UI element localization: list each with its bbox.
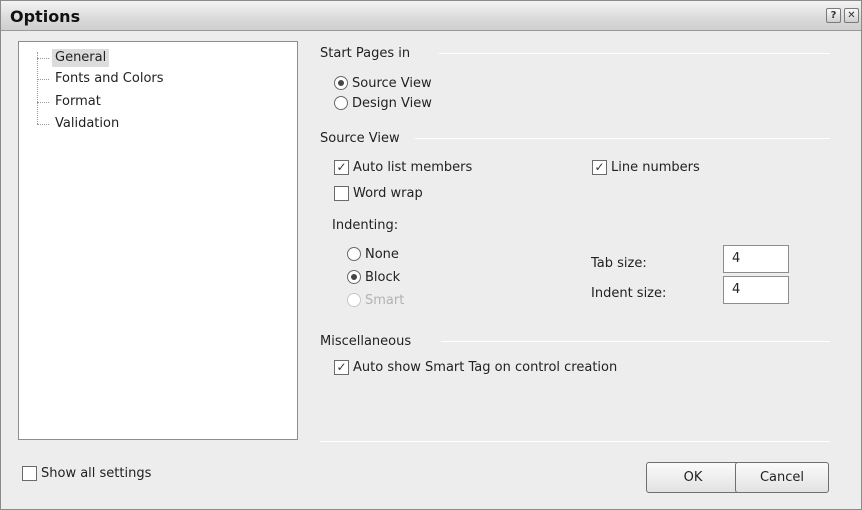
checkbox-label: Auto list members bbox=[353, 159, 473, 175]
indent-block-radio[interactable]: Block bbox=[347, 268, 400, 286]
ok-button[interactable]: OK bbox=[646, 462, 740, 493]
checkbox-label: Word wrap bbox=[353, 185, 423, 201]
tree-branch-line bbox=[37, 58, 49, 59]
tree-item-label: General bbox=[52, 49, 110, 67]
checkbox-label: Auto show Smart Tag on control creation bbox=[353, 359, 618, 375]
radio-label: None bbox=[365, 246, 399, 262]
cancel-button[interactable]: Cancel bbox=[735, 462, 829, 493]
source-view-radio[interactable]: Source View bbox=[334, 74, 432, 92]
radio-label: Design View bbox=[352, 95, 432, 111]
start-pages-heading: Start Pages in bbox=[320, 46, 411, 61]
close-icon[interactable]: ✕ bbox=[844, 8, 859, 23]
auto-smart-tag-checkbox[interactable]: ✓ Auto show Smart Tag on control creatio… bbox=[334, 358, 617, 376]
tree-item-label: Fonts and Colors bbox=[55, 71, 164, 86]
tree-item-format[interactable]: Format bbox=[19, 92, 289, 112]
tree-item-validation[interactable]: Validation bbox=[19, 114, 289, 134]
title-bar[interactable]: Options ? ✕ bbox=[1, 1, 861, 31]
checkbox-indicator bbox=[334, 185, 349, 201]
start-pages-separator bbox=[439, 53, 830, 54]
auto-list-members-checkbox[interactable]: ✓ Auto list members bbox=[334, 158, 472, 176]
checkbox-label: Line numbers bbox=[611, 159, 700, 175]
radio-indicator bbox=[347, 293, 361, 307]
tab-size-input[interactable]: 4 bbox=[723, 245, 789, 273]
footer-separator bbox=[320, 441, 830, 442]
dialog-title: Options bbox=[10, 7, 81, 26]
indenting-label: Indenting: bbox=[332, 218, 399, 233]
radio-label: Smart bbox=[365, 292, 405, 308]
source-view-heading: Source View bbox=[320, 131, 400, 146]
radio-label: Block bbox=[365, 269, 401, 285]
miscellaneous-heading: Miscellaneous bbox=[320, 334, 412, 349]
checkbox-indicator bbox=[22, 465, 37, 481]
tree-item-label: Format bbox=[55, 94, 101, 109]
tree-item-label: Validation bbox=[55, 116, 120, 131]
indent-smart-radio: Smart bbox=[347, 291, 404, 309]
tree-branch-line bbox=[37, 79, 49, 80]
word-wrap-checkbox[interactable]: Word wrap bbox=[334, 184, 423, 202]
indent-none-radio[interactable]: None bbox=[347, 245, 399, 263]
miscellaneous-separator bbox=[441, 341, 830, 342]
indent-size-label: Indent size: bbox=[591, 286, 667, 301]
options-dialog: Options ? ✕ General Fonts and Colors For… bbox=[0, 0, 862, 510]
radio-indicator bbox=[347, 270, 361, 284]
radio-label: Source View bbox=[352, 75, 432, 91]
show-all-settings-checkbox[interactable]: Show all settings bbox=[22, 464, 151, 482]
check-icon: ✓ bbox=[334, 159, 349, 175]
help-icon[interactable]: ? bbox=[826, 8, 841, 23]
indent-size-input[interactable]: 4 bbox=[723, 276, 789, 304]
source-view-separator bbox=[415, 138, 830, 139]
check-icon: ✓ bbox=[334, 359, 349, 375]
check-icon: ✓ bbox=[592, 159, 607, 175]
tree-item-fonts-and-colors[interactable]: Fonts and Colors bbox=[19, 69, 289, 89]
tree-branch-line bbox=[37, 124, 49, 125]
checkbox-label: Show all settings bbox=[41, 465, 152, 481]
line-numbers-checkbox[interactable]: ✓ Line numbers bbox=[592, 158, 700, 176]
options-tree: General Fonts and Colors Format Validati… bbox=[18, 41, 298, 440]
radio-indicator bbox=[334, 96, 348, 110]
tree-item-general[interactable]: General bbox=[19, 48, 289, 68]
radio-indicator bbox=[334, 76, 348, 90]
design-view-radio[interactable]: Design View bbox=[334, 94, 432, 112]
radio-indicator bbox=[347, 247, 361, 261]
tree-branch-line bbox=[37, 102, 49, 103]
tab-size-label: Tab size: bbox=[591, 256, 647, 271]
